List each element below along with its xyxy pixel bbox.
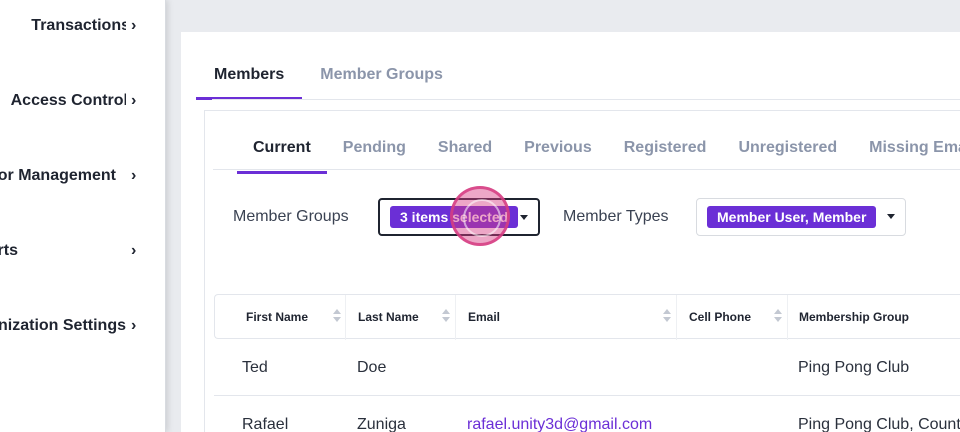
cell-first-name: Ted: [242, 359, 268, 376]
tab-registered[interactable]: Registered: [624, 139, 707, 169]
member-types-label: Member Types: [563, 208, 669, 225]
tab-current[interactable]: Current: [237, 139, 327, 174]
selected-chip: Member User, Member: [707, 206, 877, 228]
caret-down-icon: [520, 215, 528, 220]
table-row[interactable]: Ted Doe Ping Pong Club: [214, 340, 960, 396]
sidebar-item-vendor-management[interactable]: Vendor Management ›: [0, 156, 166, 196]
sort-icon[interactable]: [663, 309, 671, 323]
divider: [345, 295, 346, 340]
status-tabs: Current Pending Shared Previous Register…: [237, 139, 960, 174]
chevron-right-icon: ›: [131, 317, 137, 334]
tab-missing-email[interactable]: Missing Email: [869, 139, 960, 169]
cell-membership-group: Ping Pong Club: [798, 359, 910, 376]
sidebar-item-label: Vendor Management: [0, 167, 116, 184]
chevron-right-icon: ›: [131, 242, 137, 259]
table-header: First Name Last Name Email Cell Phone Me…: [214, 294, 960, 340]
sidebar-item-transactions[interactable]: Transactions ›: [0, 6, 166, 46]
chevron-right-icon: ›: [131, 17, 137, 34]
tab-members[interactable]: Members: [195, 66, 303, 100]
divider: [212, 99, 960, 100]
cell-last-name: Doe: [357, 359, 387, 376]
sort-icon[interactable]: [774, 309, 782, 323]
cell-last-name: Zuniga: [357, 416, 406, 432]
chevron-right-icon: ›: [131, 92, 137, 109]
sort-icon[interactable]: [442, 309, 450, 323]
member-types-select[interactable]: Member User, Member: [696, 198, 906, 236]
chevron-right-icon: ›: [131, 167, 137, 184]
members-panel: Current Pending Shared Previous Register…: [204, 110, 960, 432]
table-row[interactable]: Rafael Zuniga rafael.unity3d@gmail.com P…: [214, 397, 960, 432]
column-email[interactable]: Email: [468, 310, 500, 324]
column-first-name[interactable]: First Name: [246, 310, 308, 324]
cell-email[interactable]: rafael.unity3d@gmail.com: [467, 416, 652, 432]
sidebar-item-label: Access Control: [10, 92, 126, 109]
tab-member-groups[interactable]: Member Groups: [318, 66, 445, 100]
tab-pending[interactable]: Pending: [343, 139, 406, 169]
sidebar: Transactions › Access Control › Vendor M…: [0, 0, 166, 432]
column-cell-phone[interactable]: Cell Phone: [689, 310, 751, 324]
sort-icon[interactable]: [333, 309, 341, 323]
sidebar-item-label: Reports: [0, 242, 18, 259]
sidebar-item-label: Transactions: [31, 17, 126, 34]
caret-down-icon: [887, 214, 895, 219]
column-last-name[interactable]: Last Name: [358, 310, 419, 324]
click-indicator: [450, 186, 510, 246]
tab-unregistered[interactable]: Unregistered: [738, 139, 837, 169]
main-content: Members Member Groups Current Pending Sh…: [181, 32, 960, 432]
column-membership-group[interactable]: Membership Group: [799, 310, 909, 324]
tab-previous[interactable]: Previous: [524, 139, 592, 169]
cell-first-name: Rafael: [242, 416, 289, 432]
tab-shared[interactable]: Shared: [438, 139, 492, 169]
sidebar-item-access-control[interactable]: Access Control ›: [0, 81, 166, 121]
divider: [676, 295, 677, 340]
sidebar-item-label: Organization Settings: [0, 317, 126, 334]
sidebar-item-reports[interactable]: Reports ›: [0, 231, 166, 271]
member-groups-label: Member Groups: [233, 208, 349, 225]
cell-membership-group: Ping Pong Club, Country: [798, 416, 960, 432]
divider: [787, 295, 788, 340]
sidebar-item-organization-settings[interactable]: Organization Settings ›: [0, 306, 166, 346]
divider: [455, 295, 456, 340]
members-tabs: Members Member Groups: [195, 66, 477, 100]
divider: [213, 169, 960, 170]
